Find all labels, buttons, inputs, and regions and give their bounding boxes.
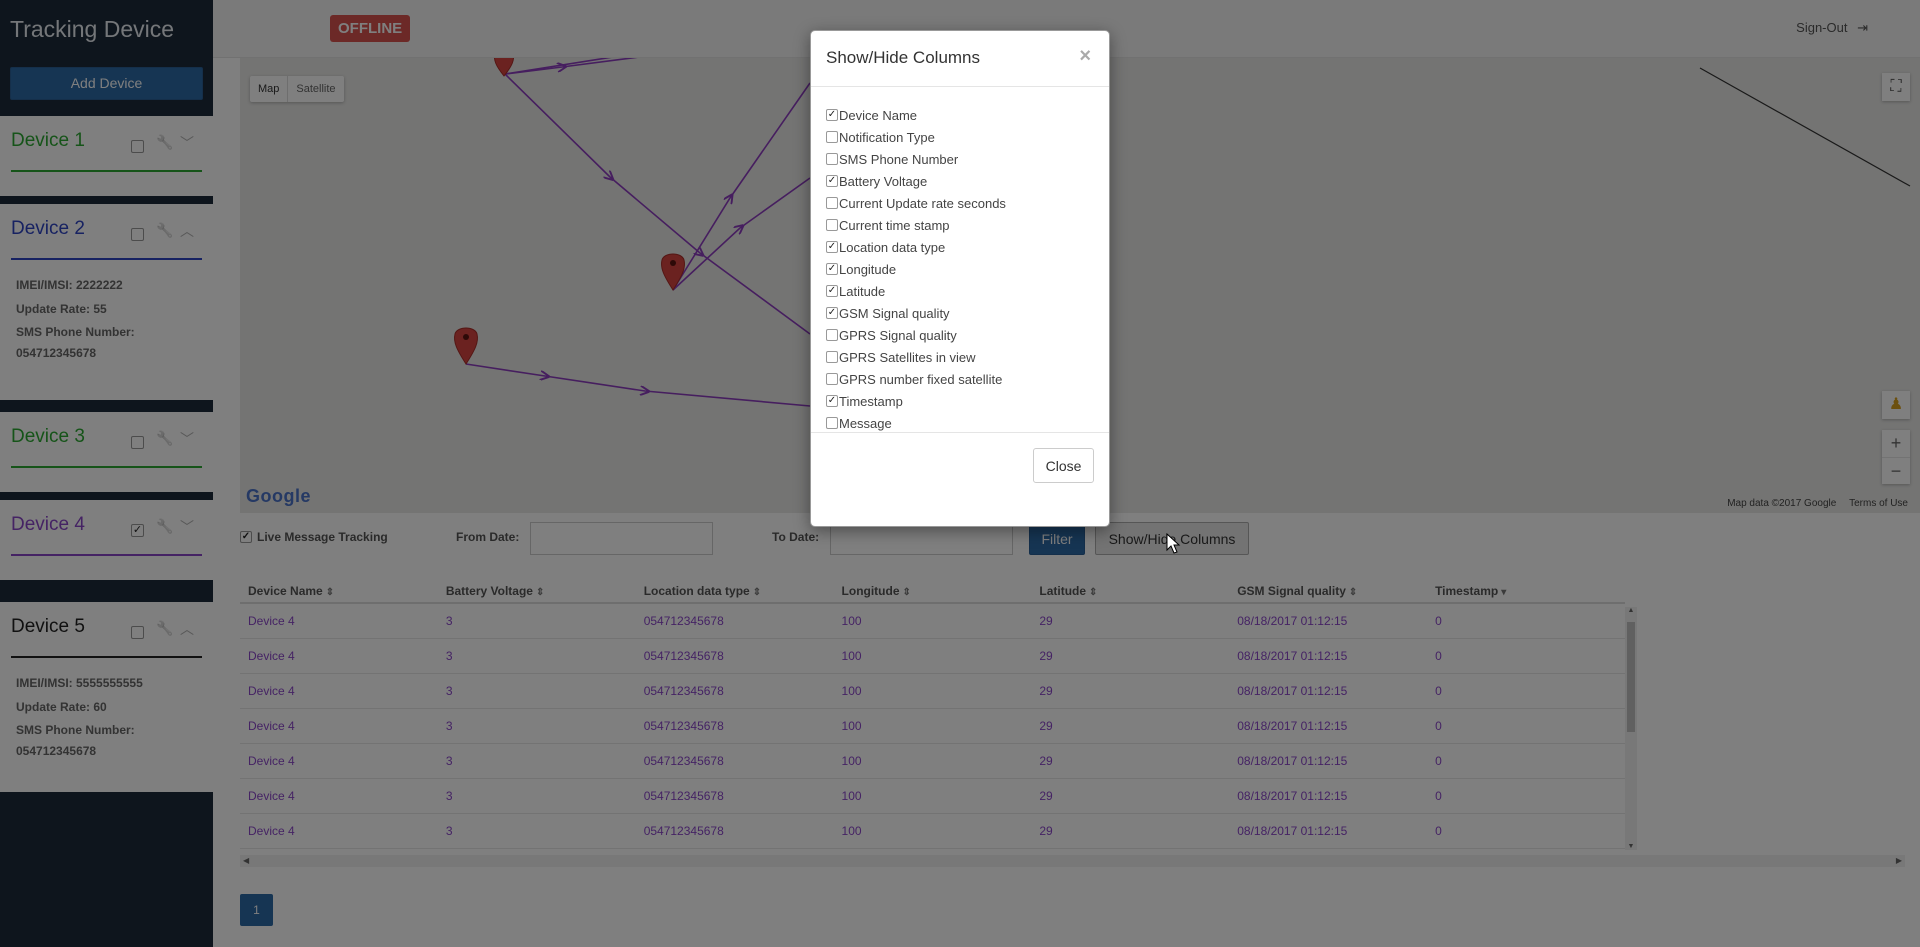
column-option-checkbox[interactable]: ✓ xyxy=(826,395,838,407)
column-option-label: Timestamp xyxy=(839,393,903,409)
column-option-checkbox[interactable]: ✓ xyxy=(826,307,838,319)
column-option-label: Battery Voltage xyxy=(839,173,928,189)
column-option[interactable]: ✓ Timestamp xyxy=(826,390,1094,412)
column-option[interactable]: ✓ Battery Voltage xyxy=(826,170,1094,192)
column-option-label: GPRS Signal quality xyxy=(839,327,957,343)
column-option[interactable]: GPRS number fixed satellite xyxy=(826,368,1094,390)
column-option-checkbox[interactable] xyxy=(826,197,838,209)
close-button[interactable]: Close xyxy=(1033,448,1094,483)
column-option-checkbox[interactable] xyxy=(826,131,838,143)
column-option-label: Location data type xyxy=(839,239,946,255)
column-option-checkbox[interactable] xyxy=(826,351,838,363)
column-option[interactable]: Message xyxy=(826,412,1094,434)
column-option[interactable]: Current time stamp xyxy=(826,214,1094,236)
column-option[interactable]: ✓ GSM Signal quality xyxy=(826,302,1094,324)
column-option-checkbox[interactable]: ✓ xyxy=(826,263,838,275)
modal-footer: Close xyxy=(811,433,1109,527)
column-option[interactable]: Current Update rate seconds xyxy=(826,192,1094,214)
column-option-checkbox[interactable] xyxy=(826,417,838,429)
column-option-label: Latitude xyxy=(839,283,886,299)
column-option[interactable]: GPRS Signal quality xyxy=(826,324,1094,346)
column-option-label: Device Name xyxy=(839,107,918,123)
column-option-label: Current time stamp xyxy=(839,217,950,233)
column-option[interactable]: ✓ Location data type xyxy=(826,236,1094,258)
column-option-label: SMS Phone Number xyxy=(839,151,959,167)
column-option-checkbox[interactable]: ✓ xyxy=(826,241,838,253)
column-option-checkbox[interactable]: ✓ xyxy=(826,175,838,187)
column-option[interactable]: GPRS Satellites in view xyxy=(826,346,1094,368)
column-option-checkbox[interactable]: ✓ xyxy=(826,285,838,297)
column-option-label: GPRS Satellites in view xyxy=(839,349,976,365)
column-option-checkbox[interactable]: ✓ xyxy=(826,109,838,121)
mouse-cursor-icon xyxy=(1166,533,1181,554)
column-option-checkbox[interactable] xyxy=(826,329,838,341)
modal-title: Show/Hide Columns xyxy=(826,48,981,67)
column-option-label: Current Update rate seconds xyxy=(839,195,1006,211)
column-options-list: ✓ Device Name Notification Type SMS Phone N… xyxy=(811,87,1109,433)
column-option[interactable]: SMS Phone Number xyxy=(826,148,1094,170)
column-option[interactable]: ✓ Device Name xyxy=(826,104,1094,126)
show-hide-columns-dialog: Show/Hide Columns × ✓ Device Name Notifica… xyxy=(810,30,1110,527)
column-option-checkbox[interactable] xyxy=(826,153,838,165)
column-option-checkbox[interactable] xyxy=(826,373,838,385)
column-option[interactable]: ✓ Latitude xyxy=(826,280,1094,302)
column-option-label: Longitude xyxy=(839,261,897,277)
column-option-checkbox[interactable] xyxy=(826,219,838,231)
modal-header: Show/Hide Columns × xyxy=(811,31,1109,87)
column-option-label: Message xyxy=(839,415,892,431)
close-icon[interactable]: × xyxy=(1079,45,1091,68)
column-option[interactable]: Notification Type xyxy=(826,126,1094,148)
column-option[interactable]: ✓ Longitude xyxy=(826,258,1094,280)
column-option-label: Notification Type xyxy=(839,129,935,145)
column-option-label: GPRS number fixed satellite xyxy=(839,371,1003,387)
column-option-label: GSM Signal quality xyxy=(839,305,950,321)
